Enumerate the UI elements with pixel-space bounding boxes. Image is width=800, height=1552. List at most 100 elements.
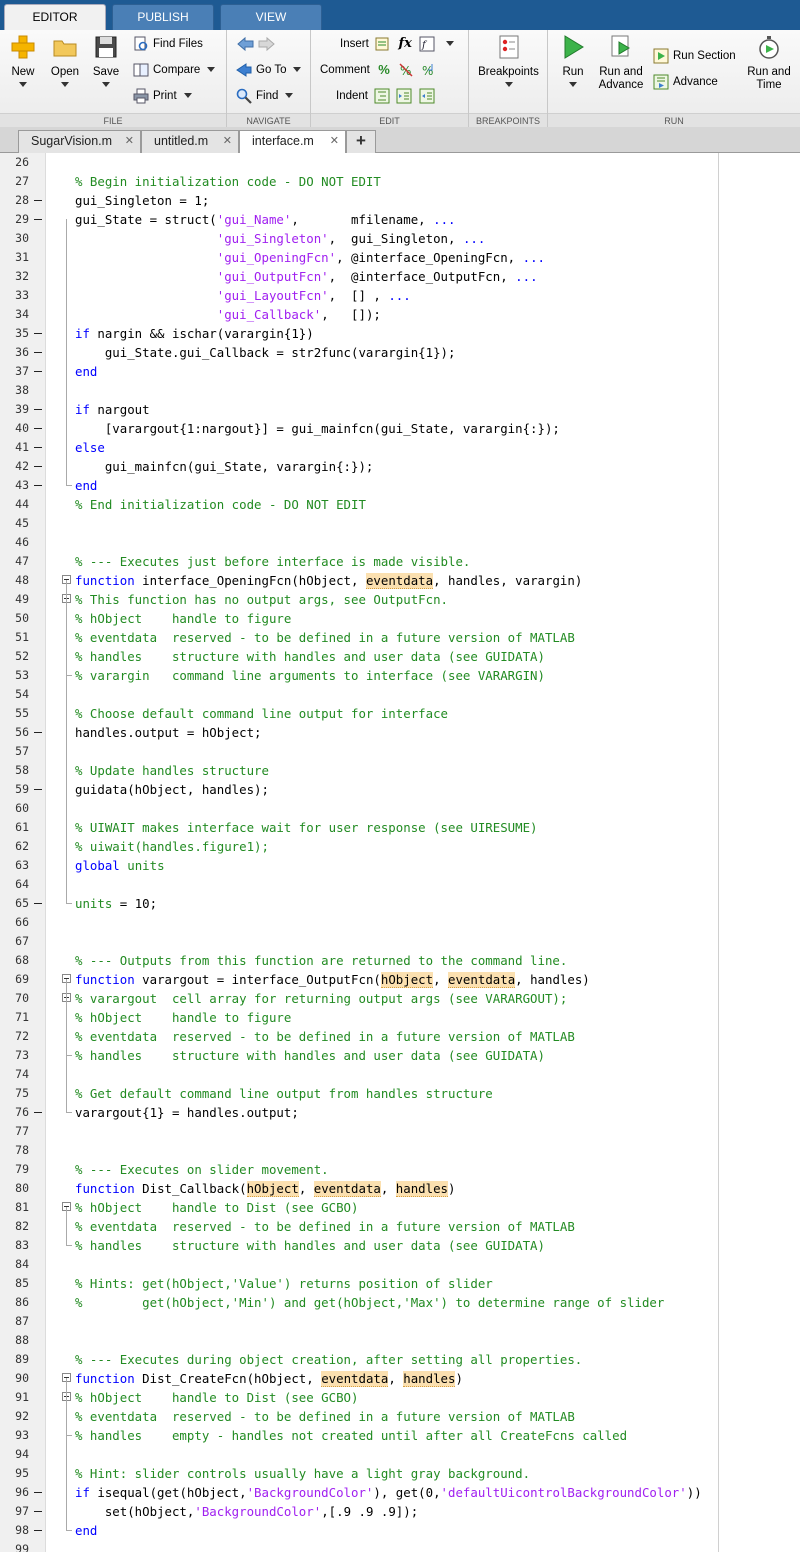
advance-button[interactable]: Advance [653,72,718,92]
code-line[interactable]: 69 function varargout = interface_OutputF… [0,970,800,989]
code-line[interactable]: 64 [0,875,800,894]
code-line[interactable]: 34 'gui_Callback', []); [0,305,800,324]
file-tab-untitled[interactable]: untitled.m ✕ [141,130,239,153]
code-line[interactable]: 81 % hObject handle to Dist (see GCBO) [0,1198,800,1217]
code-line[interactable]: 82 % eventdata reserved - to be defined i… [0,1217,800,1236]
find-button[interactable]: Find [236,86,294,106]
breakpoint-dash-marker[interactable] [34,1492,42,1493]
code-line[interactable]: 37 end [0,362,800,381]
code-line[interactable]: 39 if nargout [0,400,800,419]
code-line[interactable]: 50 % hObject handle to figure [0,609,800,628]
breakpoint-dash-marker[interactable] [34,447,42,448]
breakpoints-button[interactable]: Breakpoints [475,34,542,87]
add-tab-button[interactable]: + [346,130,376,153]
file-tab-interface[interactable]: interface.m ✕ [239,130,346,154]
code-line[interactable]: 97 set(hObject,'BackgroundColor',[.9 .9 … [0,1502,800,1521]
find-files-button[interactable]: Find Files [133,34,203,54]
code-line[interactable]: 56 handles.output = hObject; [0,723,800,742]
code-line[interactable]: 89 % --- Executes during object creation,… [0,1350,800,1369]
goto-button[interactable]: Go To [236,60,302,80]
code-line[interactable]: 59 guidata(hObject, handles); [0,780,800,799]
code-line[interactable]: 61 % UIWAIT makes interface wait for user… [0,818,800,837]
fx-button[interactable]: fx [397,36,413,52]
code-line[interactable]: 65 units = 10; [0,894,800,913]
increase-indent-icon[interactable] [396,88,412,104]
code-line[interactable]: 96 if isequal(get(hObject,'BackgroundColo… [0,1483,800,1502]
code-line[interactable]: 26 [0,153,800,172]
indent-row[interactable]: Indent [336,86,435,106]
code-line[interactable]: 45 [0,514,800,533]
code-line[interactable]: 85 % Hints: get(hObject,'Value') returns … [0,1274,800,1293]
code-line[interactable]: 66 [0,913,800,932]
close-icon[interactable]: ✕ [330,131,339,152]
code-line[interactable]: 67 [0,932,800,951]
breakpoint-dash-marker[interactable] [34,466,42,467]
code-line[interactable]: 33 'gui_LayoutFcn', [] , ... [0,286,800,305]
breakpoint-dash-marker[interactable] [34,352,42,353]
run-and-advance-button[interactable]: Run and Advance [596,34,646,92]
code-line[interactable]: 41 else [0,438,800,457]
code-line[interactable]: 53 % varargin command line arguments to i… [0,666,800,685]
code-line[interactable]: 76 varargout{1} = handles.output; [0,1103,800,1122]
breakpoint-dash-marker[interactable] [34,219,42,220]
run-section-button[interactable]: Run Section [653,46,736,66]
code-line[interactable]: 90 function Dist_CreateFcn(hObject, event… [0,1369,800,1388]
code-line[interactable]: 77 [0,1122,800,1141]
close-icon[interactable]: ✕ [125,131,134,152]
code-line[interactable]: 30 'gui_Singleton', gui_Singleton, ... [0,229,800,248]
code-line[interactable]: 92 % eventdata reserved - to be defined i… [0,1407,800,1426]
code-line[interactable]: 27 % Begin initialization code - DO NOT E… [0,172,800,191]
code-line[interactable]: 58 % Update handles structure [0,761,800,780]
back-forward-buttons[interactable] [236,34,280,54]
code-line[interactable]: 29 gui_State = struct('gui_Name', mfilena… [0,210,800,229]
code-line[interactable]: 99 [0,1540,800,1552]
code-line[interactable]: 55 % Choose default command line output f… [0,704,800,723]
run-button[interactable]: Run [556,34,590,87]
compare-button[interactable]: Compare [133,60,216,80]
code-line[interactable]: 87 [0,1312,800,1331]
breakpoint-dash-marker[interactable] [34,371,42,372]
code-line[interactable]: 52 % handles structure with handles and u… [0,647,800,666]
code-editor[interactable]: 26 27 % Begin initialization code - DO NOT… [0,153,800,1552]
tab-view[interactable]: VIEW [220,4,322,30]
close-icon[interactable]: ✕ [223,131,232,152]
code-line[interactable]: 70 % varargout cell array for returning o… [0,989,800,1008]
code-line[interactable]: 63 global units [0,856,800,875]
code-line[interactable]: 95 % Hint: slider controls usually have a… [0,1464,800,1483]
code-line[interactable]: 91 % hObject handle to Dist (see GCBO) [0,1388,800,1407]
code-line[interactable]: 84 [0,1255,800,1274]
code-line[interactable]: 54 [0,685,800,704]
print-button[interactable]: Print [133,86,192,106]
breakpoint-dash-marker[interactable] [34,333,42,334]
code-line[interactable]: 32 'gui_OutputFcn', @interface_OutputFcn… [0,267,800,286]
code-line[interactable]: 78 [0,1141,800,1160]
decrease-indent-icon[interactable] [419,88,435,104]
code-line[interactable]: 36 gui_State.gui_Callback = str2func(var… [0,343,800,362]
code-line[interactable]: 42 gui_mainfcn(gui_State, varargin{:}); [0,457,800,476]
breakpoint-dash-marker[interactable] [34,200,42,201]
tab-publish[interactable]: PUBLISH [112,4,214,30]
breakpoint-dash-marker[interactable] [34,1511,42,1512]
save-button[interactable]: Save [88,34,124,87]
uncomment-icon[interactable]: % [398,62,414,78]
insert-row[interactable]: Insert fx f [340,34,454,54]
comment-percent-icon[interactable]: % [376,62,392,78]
breakpoint-dash-marker[interactable] [34,903,42,904]
run-and-time-button[interactable]: Run and Time [744,34,794,92]
tab-editor[interactable]: EDITOR [4,4,106,31]
code-line[interactable]: 71 % hObject handle to figure [0,1008,800,1027]
open-button[interactable]: Open [45,34,85,87]
breakpoint-dash-marker[interactable] [34,1112,42,1113]
code-line[interactable]: 75 % Get default command line output from… [0,1084,800,1103]
code-line[interactable]: 79 % --- Executes on slider movement. [0,1160,800,1179]
code-line[interactable]: 44 % End initialization code - DO NOT EDI… [0,495,800,514]
code-line[interactable]: 49 % This function has no output args, se… [0,590,800,609]
code-line[interactable]: 72 % eventdata reserved - to be defined i… [0,1027,800,1046]
code-line[interactable]: 40 [varargout{1:nargout}] = gui_mainfcn(… [0,419,800,438]
breakpoint-dash-marker[interactable] [34,485,42,486]
breakpoint-dash-marker[interactable] [34,409,42,410]
code-line[interactable]: 47 % --- Executes just before interface i… [0,552,800,571]
wrap-comments-icon[interactable]: % [420,62,436,78]
code-line[interactable]: 86 % get(hObject,'Min') and get(hObject,'… [0,1293,800,1312]
code-line[interactable]: 38 [0,381,800,400]
